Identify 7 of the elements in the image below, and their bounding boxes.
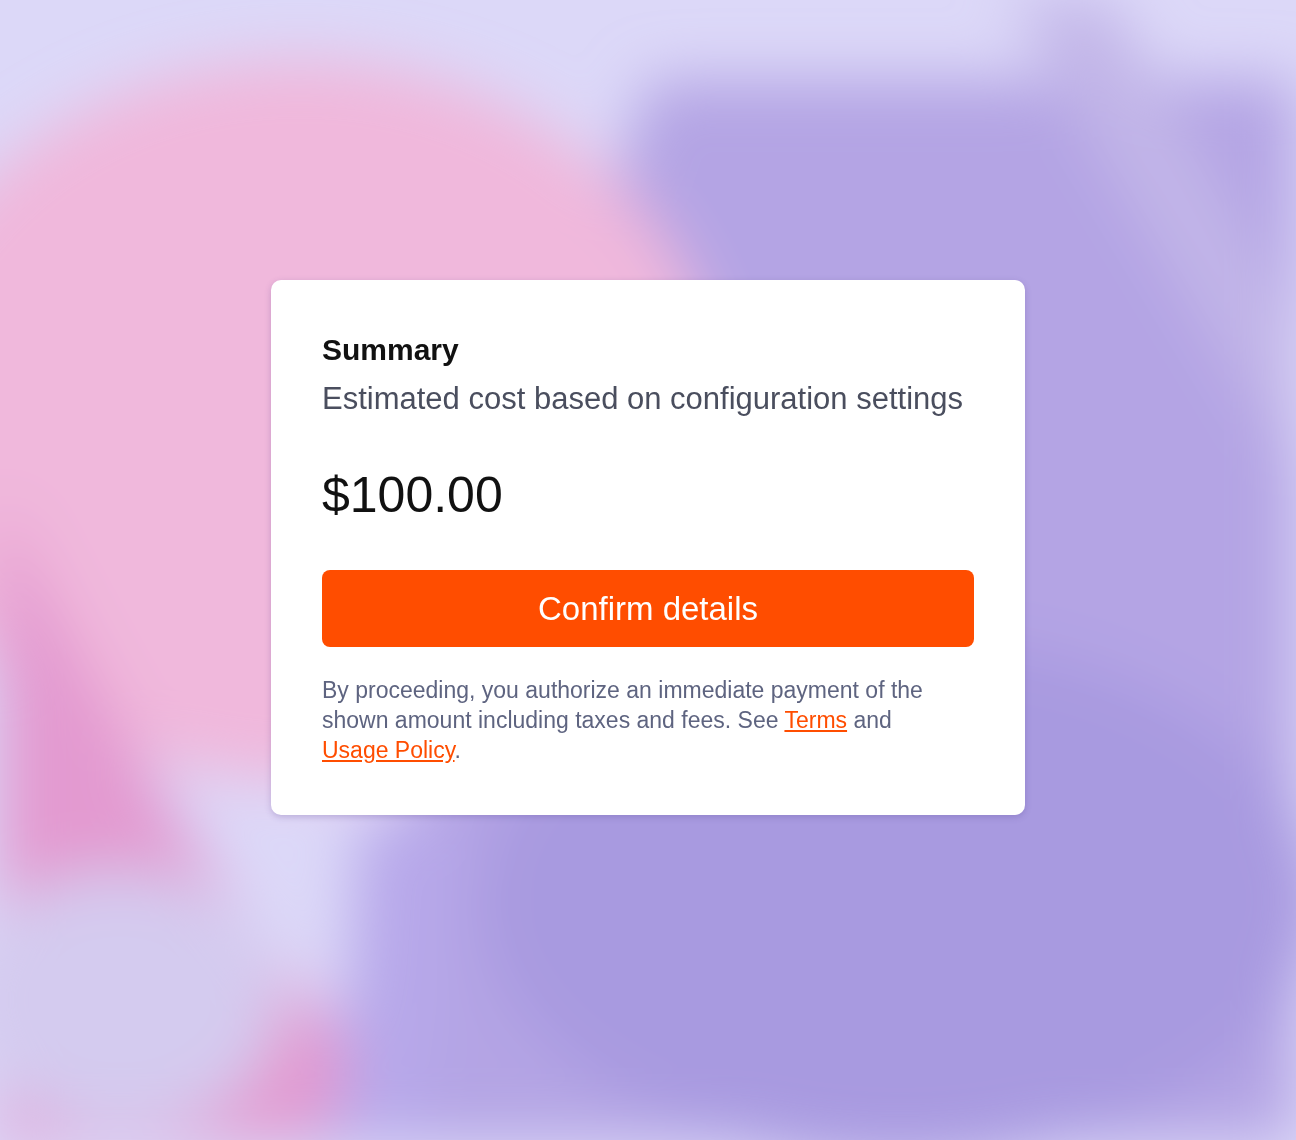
price: $100.00: [322, 470, 504, 520]
policy-link[interactable]: Usage Policy: [322, 737, 455, 763]
policy-link[interactable]: Terms: [784, 707, 848, 733]
card-title: Summary: [322, 332, 460, 368]
confirm-button[interactable]: Confirm details: [322, 570, 974, 647]
disclaimer-text: By proceeding, you authorize an immediate payment of the shown amount including taxes and fees. See Terms and Usage Policy.: [322, 676, 924, 765]
card-subtitle: Estimated cost based on configuration settings: [322, 380, 965, 418]
